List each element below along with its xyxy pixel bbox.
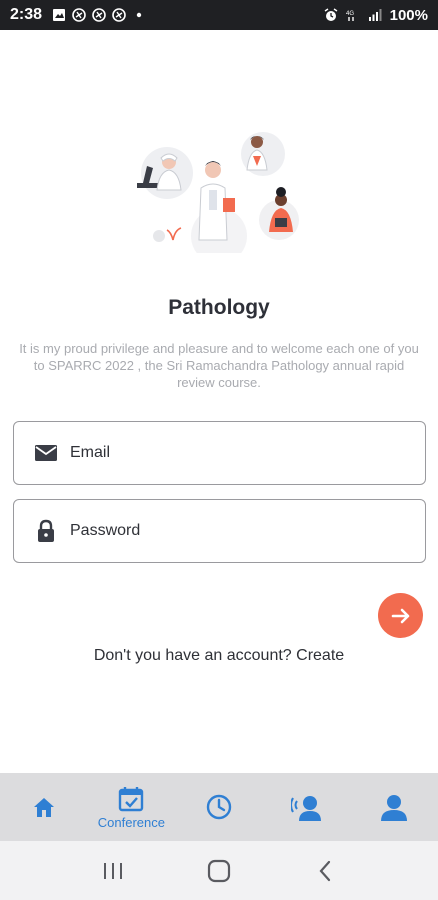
back-icon bbox=[319, 860, 331, 881]
email-field[interactable] bbox=[13, 421, 426, 485]
home-square-icon bbox=[207, 859, 231, 882]
page-title: Pathology bbox=[168, 296, 270, 319]
user-icon bbox=[381, 795, 408, 821]
recent-apps-button[interactable] bbox=[93, 851, 133, 891]
signup-prompt: Don't you have an account? bbox=[93, 647, 292, 664]
password-input[interactable] bbox=[70, 522, 390, 540]
alarm-icon bbox=[324, 8, 338, 21]
home-icon bbox=[33, 798, 54, 817]
password-field[interactable] bbox=[13, 499, 426, 563]
calendar-check-icon bbox=[119, 786, 144, 811]
status-right: 4G 100% bbox=[324, 7, 428, 24]
mail-icon bbox=[34, 441, 58, 465]
image-icon bbox=[53, 9, 66, 21]
battery-percent: 100% bbox=[389, 6, 428, 24]
nav-conference[interactable]: Conference bbox=[88, 773, 176, 841]
submit-button[interactable] bbox=[378, 593, 423, 638]
arrow-right-icon bbox=[391, 608, 409, 623]
home-button[interactable] bbox=[199, 851, 239, 891]
bottom-nav: Conference bbox=[0, 773, 438, 841]
speaker-icon bbox=[290, 796, 321, 821]
nav-label-conference: Conference bbox=[97, 814, 165, 830]
signup-prompt-line: Don't you have an account? Create bbox=[0, 647, 438, 665]
nav-speakers[interactable] bbox=[263, 773, 351, 841]
lock-icon bbox=[34, 519, 58, 543]
nav-home[interactable] bbox=[0, 773, 88, 841]
clock-icon bbox=[206, 794, 232, 820]
doctors-illustration bbox=[137, 132, 299, 253]
status-bar: 2:38 4G 100% bbox=[0, 0, 438, 30]
recent-apps-icon bbox=[104, 862, 122, 879]
system-nav-bar bbox=[0, 841, 438, 900]
dot-icon bbox=[136, 12, 142, 18]
nav-history[interactable] bbox=[175, 773, 263, 841]
back-button[interactable] bbox=[305, 851, 345, 891]
app-icon bbox=[72, 8, 86, 22]
svg-text:4G: 4G bbox=[346, 11, 354, 17]
status-time: 2:38 bbox=[10, 6, 43, 23]
app-icon bbox=[92, 8, 106, 22]
data-icon: 4G bbox=[346, 11, 354, 21]
notification-icons bbox=[52, 8, 146, 22]
signal-icon bbox=[368, 9, 382, 21]
app-icon bbox=[112, 8, 126, 22]
email-input[interactable] bbox=[70, 444, 390, 462]
nav-profile[interactable] bbox=[350, 773, 438, 841]
welcome-description: It is my proud privilege and pleasure an… bbox=[19, 341, 419, 390]
create-account-link[interactable]: Create bbox=[296, 647, 344, 664]
